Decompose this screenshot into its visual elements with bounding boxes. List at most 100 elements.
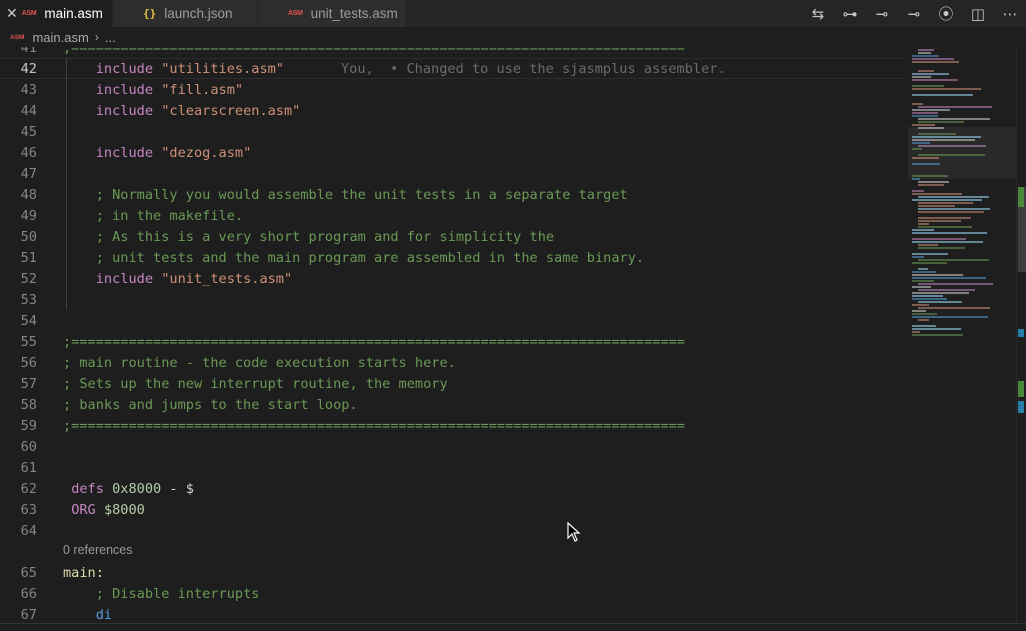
minimap-line [918,223,929,225]
minimap-line [918,127,944,129]
timeline-icon[interactable]: ⦿ [930,0,962,27]
minimap-line [918,118,990,120]
code-line[interactable]: 41 ;=====================================… [0,47,905,58]
codelens-references[interactable]: 0 references [63,543,132,557]
minimap-line [918,307,990,309]
minimap-line [912,85,944,87]
code-token: $8000 [103,501,145,518]
code-line[interactable]: 44 include "clearscreen.asm" [0,100,905,121]
minimap-line [918,247,965,249]
code-line[interactable]: 64 [0,520,905,541]
git-commit-icon[interactable]: ⊶ [834,0,866,27]
previous-change-icon[interactable]: ⊸ [866,0,898,27]
minimap-line [918,289,975,291]
minimap-line [912,76,931,78]
minimap-line [918,52,931,54]
code-line[interactable]: 46 include "dezog.asm" [0,142,905,163]
minimap-line [912,175,948,177]
code-line[interactable]: 48 ; Normally you would assemble the uni… [0,184,905,205]
code-text: ; Sets up the new interrupt routine, the… [63,376,448,392]
line-number: 43 [20,81,37,98]
line-number: 47 [20,165,37,182]
next-change-icon[interactable]: ⊸ [898,0,930,27]
editor-actions: ⇆ ⊶ ⊸ ⊸ ⦿ ◫ ⋯ [802,0,1026,27]
more-actions-icon[interactable]: ⋯ [994,0,1026,27]
line-number: 41 [20,47,37,56]
line-number: 60 [20,438,37,455]
minimap-line [912,142,930,144]
minimap-line [912,94,973,96]
minimap-line [912,325,936,327]
code-line[interactable]: 51 ; unit tests and the main program are… [0,247,905,268]
code-editor[interactable]: 41 ;=====================================… [0,47,1016,623]
minimap[interactable] [908,47,1016,623]
code-line[interactable]: 47 [0,163,905,184]
code-line[interactable]: 42 include "utilities.asm" You, • Changed… [0,58,905,79]
code-token: "dezog.asm" [161,144,252,161]
code-line[interactable]: 49 ; in the makefile. [0,205,905,226]
code-line[interactable]: 56 ; main routine - the code execution st… [0,352,905,373]
code-line[interactable]: 65 main: [0,562,905,583]
line-number: 42 [20,60,37,77]
code-line[interactable]: 45 [0,121,905,142]
minimap-line [912,262,947,264]
minimap-line [918,268,928,270]
line-number: 52 [20,270,37,287]
code-line[interactable]: 66 ; Disable interrupts [0,583,905,604]
minimap-line [918,121,964,123]
code-line[interactable]: 62 defs 0x8000 - $ [0,478,905,499]
code-line[interactable]: 58 ; banks and jumps to the start loop. [0,394,905,415]
code-token: ; main routine - the code execution star… [63,354,456,371]
asm-file-icon: ASM [10,33,25,41]
tab-main-asm[interactable]: ✕ ASM main.asm [0,0,113,27]
minimap-line [918,70,934,72]
code-line[interactable]: 43 include "fill.asm" [0,79,905,100]
minimap-line [912,280,934,282]
minimap-line [918,106,992,108]
code-line[interactable]: 63 ORG $8000 [0,499,905,520]
code-line[interactable]: 67 di [0,604,905,623]
code-text: ORG $8000 [63,502,145,518]
code-token: include [95,81,154,98]
code-line[interactable]: 55 ;=====================================… [0,331,905,352]
git-change-marker [1018,329,1024,337]
tab-unit-tests-asm[interactable]: ASM unit_tests.asm [258,0,406,27]
compare-changes-icon[interactable]: ⇆ [802,0,834,27]
minimap-line [912,316,988,318]
code-text: main: [63,565,104,581]
breadcrumb-symbols[interactable]: ... [105,30,116,45]
code-line[interactable]: 60 [0,436,905,457]
split-editor-icon[interactable]: ◫ [962,0,994,27]
minimap-line [912,310,926,312]
code-line[interactable]: 59 ;=====================================… [0,415,905,436]
vertical-scrollbar[interactable] [1016,47,1026,623]
horizontal-scrollbar[interactable] [0,623,1026,631]
code-text: ;=======================================… [63,47,685,56]
code-line[interactable]: 50 ; As this is a very short program and… [0,226,905,247]
minimap-line [912,112,938,114]
line-number: 55 [20,333,37,350]
code-line[interactable]: 61 [0,457,905,478]
code-token: include [95,270,154,287]
code-line[interactable]: 57 ; Sets up the new interrupt routine, t… [0,373,905,394]
code-line[interactable]: 52 include "unit_tests.asm" [0,268,905,289]
tab-launch-json[interactable]: {} launch.json [113,0,258,27]
code-line[interactable]: 53 [0,289,905,310]
code-token: ;=======================================… [63,47,685,56]
code-token: "unit_tests.asm" [161,270,293,287]
code-token: include [95,102,154,119]
breadcrumb-file[interactable]: main.asm [32,30,88,45]
code-text: include "dezog.asm" [63,144,252,161]
minimap-line [912,274,963,276]
code-line[interactable]: 54 [0,310,905,331]
minimap-line [912,178,920,180]
close-icon[interactable]: ✕ [6,5,18,22]
